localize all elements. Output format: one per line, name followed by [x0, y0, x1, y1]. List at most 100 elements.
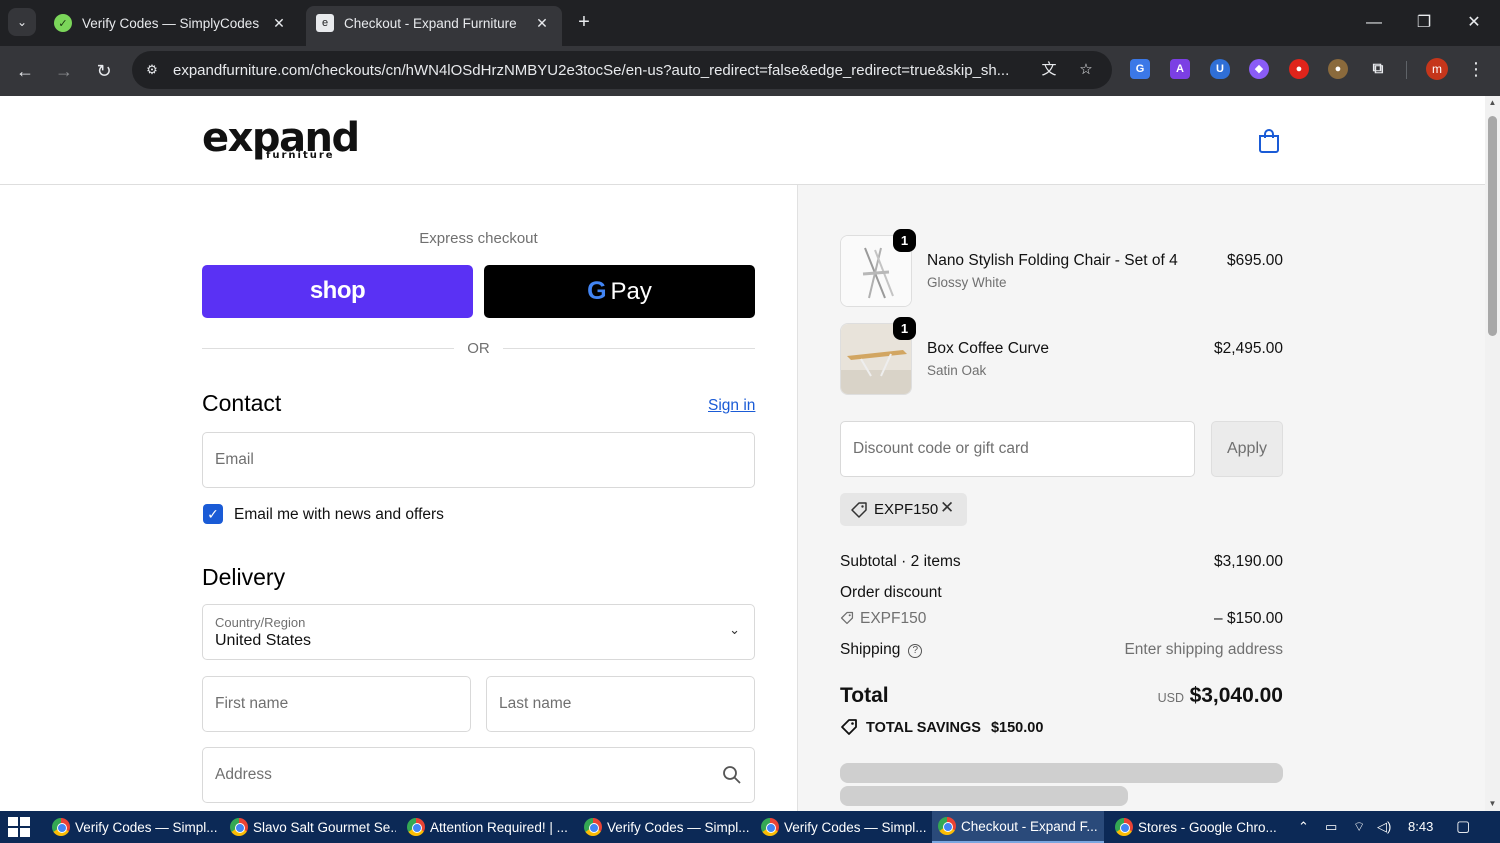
page-scrollbar[interactable]: ▲ ▼	[1485, 96, 1500, 811]
taskbar-item[interactable]: Slavo Salt Gourmet Se...	[224, 811, 396, 843]
windows-start-icon[interactable]	[8, 817, 30, 837]
clock[interactable]: 8:43	[1408, 819, 1433, 834]
discount-code-input[interactable]	[841, 422, 1194, 476]
purple-extension-icon[interactable]: ◆	[1249, 59, 1269, 79]
translate-extension-icon[interactable]: G	[1130, 59, 1150, 79]
tag-icon	[851, 502, 867, 518]
email-input[interactable]	[203, 433, 754, 487]
red-extension-icon[interactable]: ●	[1289, 59, 1309, 79]
google-g-icon: G	[587, 277, 607, 305]
chrome-icon	[407, 818, 425, 836]
item-name: Box Coffee Curve	[927, 340, 1050, 357]
taskbar-item[interactable]: Verify Codes — Simpl...	[578, 811, 750, 843]
wifi-icon[interactable]: ⌔	[1353, 819, 1365, 835]
sign-in-link[interactable]: Sign in	[708, 397, 755, 415]
new-tab-button[interactable]: +	[572, 10, 596, 34]
order-discount-label: Order discount	[840, 584, 942, 601]
tab-verify-codes[interactable]: ✓ Verify Codes — SimplyCodes ✕	[44, 6, 299, 40]
taskbar-item-label: Verify Codes — Simpl...	[784, 819, 927, 835]
expand-favicon-icon: e	[316, 14, 334, 32]
chrome-icon	[52, 818, 70, 836]
item-price: $695.00	[1226, 252, 1283, 269]
first-name-input[interactable]	[203, 677, 470, 731]
shipping-value: Enter shipping address	[1124, 641, 1283, 658]
taskbar-item[interactable]: Verify Codes — Simpl...	[46, 811, 218, 843]
remove-discount-icon[interactable]: ✕	[940, 498, 954, 518]
tab-title: Verify Codes — SimplyCodes	[82, 15, 260, 31]
delivery-heading: Delivery	[202, 564, 286, 590]
taskbar-item[interactable]: Verify Codes — Simpl...	[755, 811, 927, 843]
back-button[interactable]: ←	[12, 58, 38, 84]
shield-extension-icon[interactable]: U	[1210, 59, 1230, 79]
checkout-page: expand furniture Express checkout shop G…	[0, 96, 1485, 811]
taskbar-item-label: Slavo Salt Gourmet Se...	[253, 819, 396, 835]
gpay-label: Pay	[610, 278, 652, 305]
reload-button[interactable]: ↻	[91, 58, 117, 84]
profile-avatar[interactable]: m	[1426, 58, 1448, 80]
site-info-icon[interactable]: ⚙	[142, 60, 162, 80]
tag-icon	[840, 611, 854, 625]
translate-icon[interactable]: 文	[1038, 59, 1060, 81]
taskbar-item-label: Verify Codes — Simpl...	[607, 819, 750, 835]
order-discount-row: Order discount	[840, 584, 1283, 602]
subtotal-row: Subtotal · 2 items $3,190.00	[840, 553, 1283, 571]
taskbar-item-label: Verify Codes — Simpl...	[75, 819, 218, 835]
scroll-up-icon[interactable]: ▲	[1485, 96, 1500, 110]
browser-menu-icon[interactable]: ⋮	[1466, 58, 1486, 80]
chevron-up-icon[interactable]: ⌃	[1298, 819, 1309, 835]
extensions-puzzle-icon[interactable]: ⧉	[1368, 59, 1388, 79]
taskbar-item[interactable]: Stores - Google Chro...	[1109, 811, 1281, 843]
total-value: $3,040.00	[1189, 684, 1283, 707]
restore-icon[interactable]: ❐	[1409, 8, 1439, 38]
expand-furniture-logo[interactable]: expand furniture	[202, 118, 360, 166]
address-input[interactable]	[203, 748, 754, 802]
first-name-field[interactable]	[202, 676, 471, 732]
tab-checkout[interactable]: e Checkout - Expand Furniture ✕	[306, 6, 562, 46]
forward-button[interactable]: →	[51, 58, 77, 84]
shopping-bag-icon[interactable]	[1257, 128, 1281, 154]
taskbar-item-active[interactable]: Checkout - Expand F...	[932, 811, 1104, 843]
brown-extension-icon[interactable]: ●	[1328, 59, 1348, 79]
scroll-down-icon[interactable]: ▼	[1485, 797, 1500, 811]
taskbar-item-label: Stores - Google Chro...	[1138, 819, 1277, 835]
quantity-badge: 1	[893, 229, 916, 252]
help-circle-icon[interactable]: ?	[908, 644, 923, 658]
taskbar-item[interactable]: Attention Required! | ...	[401, 811, 573, 843]
minimize-icon[interactable]: —	[1359, 8, 1389, 38]
quantity-badge: 1	[893, 317, 916, 340]
total-currency: USD	[1157, 691, 1184, 705]
news-offers-checkbox[interactable]: ✓	[203, 504, 223, 524]
windows-taskbar: Verify Codes — Simpl... Slavo Salt Gourm…	[0, 811, 1500, 843]
notifications-icon[interactable]: ▢	[1456, 817, 1470, 835]
last-name-field[interactable]	[486, 676, 755, 732]
a-extension-icon[interactable]: A	[1170, 59, 1190, 79]
address-field[interactable]	[202, 747, 755, 803]
loading-skeleton-bar	[840, 786, 1128, 806]
apply-discount-button[interactable]: Apply	[1211, 421, 1283, 477]
volume-icon[interactable]: ◁)	[1377, 819, 1391, 835]
last-name-input[interactable]	[487, 677, 754, 731]
tab-search-button[interactable]: ⌄	[8, 8, 36, 36]
bookmark-star-icon[interactable]: ☆	[1075, 59, 1097, 81]
shop-pay-button[interactable]: shop	[202, 265, 473, 318]
url-text[interactable]: expandfurniture.com/checkouts/cn/hWN4lOS…	[173, 62, 1033, 79]
total-row: Total USD $3,040.00	[840, 683, 1283, 713]
close-tab-icon[interactable]: ✕	[532, 15, 552, 32]
item-price: $2,495.00	[1214, 340, 1283, 357]
browser-tab-bar: ⌄ ✓ Verify Codes — SimplyCodes ✕ e Check…	[0, 0, 1500, 46]
address-bar[interactable]: ⚙ expandfurniture.com/checkouts/cn/hWN4l…	[132, 51, 1112, 89]
browser-toolbar: ← → ↻ ⚙ expandfurniture.com/checkouts/cn…	[0, 46, 1500, 96]
close-tab-icon[interactable]: ✕	[269, 15, 289, 32]
close-window-icon[interactable]: ✕	[1459, 8, 1489, 38]
scroll-thumb[interactable]	[1488, 116, 1497, 336]
line-item: 1 Nano Stylish Folding Chair - Set of 4 …	[840, 229, 1283, 307]
chrome-icon	[230, 818, 248, 836]
site-header: expand furniture	[0, 96, 1485, 185]
subtotal-value: $3,190.00	[1214, 553, 1283, 570]
battery-icon[interactable]: ▭	[1325, 819, 1337, 835]
email-field[interactable]	[202, 432, 755, 488]
news-offers-label[interactable]: Email me with news and offers	[234, 506, 444, 524]
discount-code-field[interactable]	[840, 421, 1195, 477]
country-select[interactable]: Country/Region United States ⌄	[202, 604, 755, 660]
google-pay-button[interactable]: G Pay	[484, 265, 755, 318]
